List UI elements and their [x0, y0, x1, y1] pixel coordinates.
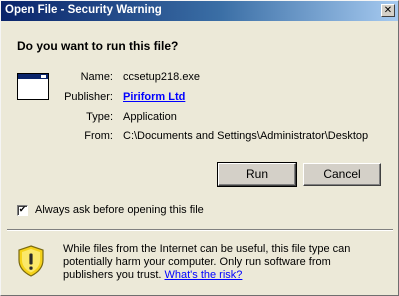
window-title: Open File - Security Warning	[5, 4, 162, 16]
always-ask-checkbox[interactable]: ✔	[17, 205, 28, 216]
application-window-icon	[17, 73, 49, 100]
name-label: Name:	[80, 71, 113, 83]
cancel-button[interactable]: Cancel	[303, 163, 381, 186]
warning-message: While files from the Internet can be use…	[63, 243, 383, 282]
always-ask-label[interactable]: Always ask before opening this file	[35, 204, 204, 216]
type-label: Type:	[86, 111, 113, 123]
checkmark-icon: ✔	[18, 205, 27, 215]
dialog-question: Do you want to run this file?	[17, 39, 179, 53]
separator	[7, 229, 393, 231]
type-value: Application	[123, 111, 177, 123]
name-value: ccsetup218.exe	[123, 71, 201, 83]
close-icon: ✕	[383, 5, 393, 16]
publisher-link[interactable]: Piriform Ltd	[123, 91, 185, 103]
from-label: From:	[84, 130, 113, 142]
security-warning-dialog: Open File - Security Warning ✕ Do you wa…	[0, 0, 399, 296]
run-button[interactable]: Run	[217, 162, 297, 187]
close-button[interactable]: ✕	[381, 4, 395, 17]
whats-the-risk-link[interactable]: What's the risk?	[165, 269, 243, 281]
from-value: C:\Documents and Settings\Administrator\…	[123, 130, 369, 142]
shield-warning-icon	[18, 245, 44, 277]
publisher-label: Publisher:	[64, 91, 113, 103]
title-bar[interactable]: Open File - Security Warning ✕	[1, 1, 398, 21]
